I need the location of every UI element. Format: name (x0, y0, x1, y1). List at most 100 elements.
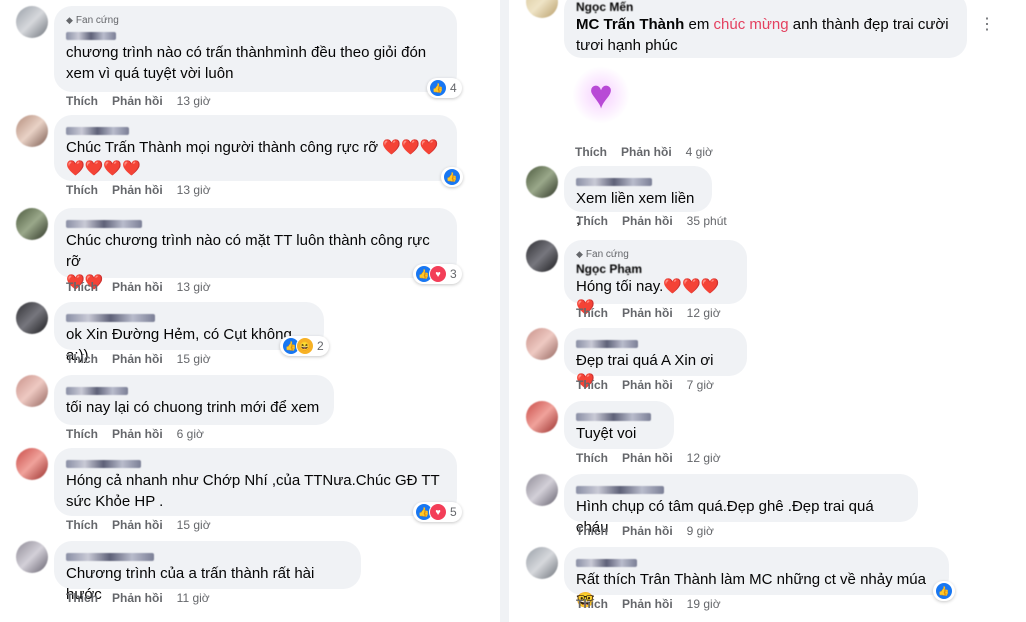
more-options-icon[interactable]: ⋮ (979, 14, 996, 34)
comment-bubble: Ngọc Mến MC Trấn Thành em chúc mừng anh … (564, 0, 967, 58)
avatar[interactable] (526, 240, 558, 272)
like-action[interactable]: Thích (576, 451, 608, 465)
comment-time: 9 giờ (686, 524, 714, 538)
like-action[interactable]: Thích (66, 94, 98, 108)
comment-item: Tuyệt voi Thích Phản hồi 12 giờ (509, 401, 1026, 479)
avatar[interactable] (16, 6, 48, 38)
comment-item: Chúc chương trình nào có mặt TT luôn thà… (0, 208, 500, 308)
reply-action[interactable]: Phản hồi (622, 378, 673, 392)
reply-action[interactable]: Phản hồi (622, 214, 673, 228)
mention-link[interactable]: MC Trấn Thành (576, 16, 684, 33)
avatar[interactable] (526, 0, 558, 18)
reply-action[interactable]: Phản hồi (622, 451, 673, 465)
reaction-count: 5 (450, 505, 457, 519)
heart-sticker-icon: ♥ (572, 66, 630, 124)
like-action[interactable]: Thích (66, 591, 98, 605)
comment-time: 13 giờ (176, 280, 211, 294)
reply-action[interactable]: Phản hồi (112, 280, 163, 294)
comment-bubble: Hóng cả nhanh như Chớp Nhí ,của TTNưa.Ch… (54, 448, 457, 516)
reply-action[interactable]: Phản hồi (112, 183, 163, 197)
avatar[interactable] (16, 541, 48, 573)
comment-bubble: tối nay lại có chuong trinh mới để xem (54, 375, 334, 425)
avatar[interactable] (526, 328, 558, 360)
commenter-name[interactable]: Ngọc Phạm (576, 262, 735, 276)
comment-time: 13 giờ (176, 94, 211, 108)
commenter-name[interactable] (66, 216, 445, 230)
comment-actions: Thích Phản hồi 6 giờ (66, 427, 204, 441)
comment-actions: Thích Phản hồi 13 giờ (66, 280, 211, 294)
comment-item: Đẹp trai quá A Xin ơi ❤️ Thích Phản hồi 7 g… (509, 328, 1026, 406)
avatar[interactable] (526, 474, 558, 506)
comment-bubble: Hình chụp có tâm quá.Đẹp ghê .Đẹp trai q… (564, 474, 918, 536)
comment-bubble: ◆ Fan cứng Ngọc Phạm Hóng tối nay.❤️❤️❤️❤️ (564, 240, 747, 316)
comment-actions: Thích Phản hồi 11 giờ (66, 591, 210, 605)
reply-action[interactable]: Phản hồi (112, 94, 163, 108)
diamond-icon: ◆ (576, 249, 583, 259)
reply-action[interactable]: Phản hồi (112, 518, 163, 532)
reply-action[interactable]: Phản hồi (621, 145, 672, 159)
fan-badge-label: Fan cứng (75, 15, 119, 26)
like-action[interactable]: Thích (66, 352, 98, 366)
comment-text: Hóng cả nhanh như Chớp Nhí ,của TTNưa.Ch… (66, 472, 440, 510)
commenter-name[interactable] (66, 549, 349, 563)
avatar[interactable] (16, 302, 48, 334)
like-action[interactable]: Thích (66, 183, 98, 197)
avatar[interactable] (16, 375, 48, 407)
avatar[interactable] (16, 208, 48, 240)
reaction-summary[interactable]: 👍 ♥ 3 (413, 264, 462, 284)
comment-bubble: Chúc Trấn Thành mọi người thành công rực… (54, 115, 457, 181)
reply-action[interactable]: Phản hồi (112, 352, 163, 366)
commenter-name[interactable] (576, 555, 937, 569)
avatar[interactable] (526, 166, 558, 198)
reply-action[interactable]: Phản hồi (622, 306, 673, 320)
avatar[interactable] (526, 547, 558, 579)
reply-action[interactable]: Phản hồi (622, 524, 673, 538)
comment-time: 15 giờ (176, 352, 211, 366)
reaction-summary[interactable]: 👍 ♥ 5 (413, 502, 462, 522)
like-action[interactable]: Thích (66, 427, 98, 441)
comment-bubble: Rất thích Trân Thành làm MC những ct về … (564, 547, 949, 609)
reaction-summary[interactable]: 👍 (933, 581, 955, 601)
like-action[interactable]: Thích (66, 280, 98, 294)
commenter-name[interactable] (66, 456, 445, 470)
comment-text: Tuyệt voi (576, 425, 637, 442)
reply-action[interactable]: Phản hồi (112, 591, 163, 605)
avatar[interactable] (16, 448, 48, 480)
comment-time: 11 giờ (176, 591, 210, 605)
reaction-summary[interactable]: 👍 😆 2 (280, 336, 329, 356)
like-action[interactable]: Thích (576, 214, 608, 228)
comment-bubble: ◆ Fan cứng chương trình nào có trấn thànhm… (54, 6, 457, 92)
commenter-name[interactable] (66, 383, 322, 397)
comment-time: 19 giờ (686, 597, 721, 611)
comment-bubble: Xem liền xem liền ; (564, 166, 712, 228)
reply-action[interactable]: Phản hồi (622, 597, 673, 611)
left-comment-column: ◆ Fan cứng chương trình nào có trấn thànhm… (0, 0, 500, 622)
comment-time: 35 phút (686, 214, 727, 228)
like-action[interactable]: Thích (576, 306, 608, 320)
avatar[interactable] (526, 401, 558, 433)
like-action[interactable]: Thích (576, 378, 608, 392)
comment-text-part: em (684, 16, 714, 33)
commenter-name[interactable] (576, 409, 662, 423)
comment-bubble: Chương trình của a trấn thành rất hài hư… (54, 541, 361, 603)
commenter-name[interactable] (576, 336, 735, 350)
commenter-name[interactable]: Ngọc Mến (576, 0, 955, 14)
commenter-name[interactable] (66, 28, 445, 42)
comment-actions: Thích Phản hồi 7 giờ (576, 378, 714, 392)
commenter-name[interactable] (576, 174, 700, 188)
commenter-name[interactable] (66, 123, 445, 137)
like-action[interactable]: Thích (575, 145, 607, 159)
comment-item: ◆ Fan cứng chương trình nào có trấn thànhm… (0, 6, 500, 122)
avatar[interactable] (16, 115, 48, 147)
reaction-summary[interactable]: 👍 (441, 167, 463, 187)
commenter-name[interactable] (576, 482, 906, 496)
like-action[interactable]: Thích (576, 524, 608, 538)
like-action[interactable]: Thích (66, 518, 98, 532)
reaction-summary[interactable]: 👍 4 (427, 78, 462, 98)
comment-actions: Thích Phản hồi 12 giờ (576, 451, 721, 465)
commenter-name[interactable] (66, 310, 312, 324)
comment-actions: Thích Phản hồi 4 giờ (575, 145, 713, 159)
reply-action[interactable]: Phản hồi (112, 427, 163, 441)
diamond-icon: ◆ (66, 15, 73, 25)
like-action[interactable]: Thích (576, 597, 608, 611)
